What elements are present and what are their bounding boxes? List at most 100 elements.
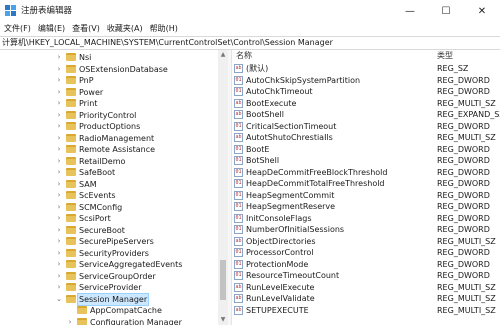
scroll-up-icon[interactable]: ▲ [218, 50, 228, 60]
value-type: REG_DWORD [437, 87, 490, 96]
binary-value-icon: 01 [234, 179, 243, 188]
maximize-button[interactable]: ☐ [428, 0, 464, 22]
tree-item[interactable]: ⌄ Session Manager [0, 292, 218, 306]
value-row[interactable]: 01 HeapDeCommitFreeBlockThreshold REG_DWOR… [232, 167, 500, 178]
menu-favorites[interactable]: 收藏夹(A) [107, 23, 143, 35]
value-row[interactable]: 01 InitConsoleFlags REG_DWORD [232, 213, 500, 224]
chevron-right-icon[interactable]: › [55, 225, 63, 236]
chevron-right-icon[interactable]: › [55, 202, 63, 213]
tree-item[interactable]: › SecurePipeServers [0, 236, 218, 247]
tree-item[interactable]: › ServiceProvider [0, 282, 218, 293]
menu-bar: 文件(F) 编辑(E) 查看(V) 收藏夹(A) 帮助(H) [0, 22, 500, 36]
tree-item[interactable]: › PnP [0, 75, 218, 86]
tree-item[interactable]: › SCMConfig [0, 202, 218, 213]
scroll-down-icon[interactable]: ▼ [218, 315, 228, 325]
chevron-right-icon[interactable]: › [55, 282, 63, 293]
chevron-right-icon[interactable]: › [55, 236, 63, 247]
chevron-right-icon[interactable]: › [55, 98, 63, 109]
value-row[interactable]: 01 BotShell REG_DWORD [232, 155, 500, 166]
value-row[interactable]: 01 AutoChkSkipSystemPartition REG_DWORD [232, 75, 500, 86]
value-row[interactable]: 01 BootE REG_DWORD [232, 144, 500, 155]
value-row[interactable]: ab ObjectDirectories REG_MULTI_SZ [232, 236, 500, 247]
value-type: REG_DWORD [437, 144, 490, 154]
binary-value-icon: 01 [234, 156, 243, 165]
tree-subitem[interactable]: AppCompatCache [0, 305, 218, 316]
folder-icon [66, 64, 76, 73]
tree-item[interactable]: › OSExtensionDatabase [0, 64, 218, 75]
value-type: REG_DWORD [437, 179, 490, 188]
value-row[interactable]: ab SETUPEXECUTE REG_MULTI_SZ [232, 305, 500, 316]
chevron-right-icon[interactable]: › [55, 156, 63, 167]
tree-item[interactable]: › RadioManagement [0, 133, 218, 144]
value-row[interactable]: 01 ProtectionMode REG_DWORD [232, 259, 500, 270]
value-type: REG_DWORD [437, 248, 490, 257]
tree-item[interactable]: › SafeBoot [0, 167, 218, 178]
tree-item[interactable]: › RetailDemo [0, 156, 218, 167]
menu-file[interactable]: 文件(F) [4, 23, 31, 35]
value-row[interactable]: ab AutotShutoChrestiaIls REG_MULTI_SZ [232, 132, 500, 143]
tree-item[interactable]: › Nsi [0, 52, 218, 63]
tree-item[interactable]: › SecureBoot [0, 225, 218, 236]
chevron-right-icon[interactable]: › [55, 271, 63, 282]
tree-item[interactable]: › ProductOptions [0, 121, 218, 132]
column-header-name[interactable]: 名称 [236, 50, 252, 61]
value-row[interactable]: 01 AutoChkTimeout REG_DWORD [232, 86, 500, 97]
value-row[interactable]: ab RunLevelExecute REG_MULTI_SZ [232, 282, 500, 293]
chevron-right-icon[interactable]: › [66, 317, 74, 325]
folder-icon [66, 87, 76, 96]
column-header-type[interactable]: 类型 [437, 50, 453, 61]
value-row[interactable]: ab RunLevelValidate REG_MULTI_SZ [232, 293, 500, 304]
tree-subitem[interactable]: › Configuration Manager [0, 317, 218, 325]
tree-item[interactable]: › Remote Assistance [0, 144, 218, 155]
tree-item[interactable]: › ScsiPort [0, 213, 218, 224]
chevron-right-icon[interactable]: › [55, 248, 63, 259]
value-row[interactable]: 01 HeapSegmentReserve REG_DWORD [232, 201, 500, 212]
value-name: ResourceTimeoutCount [246, 271, 340, 280]
scroll-thumb[interactable] [220, 260, 226, 300]
chevron-right-icon[interactable]: › [55, 213, 63, 224]
value-type: REG_MULTI_SZ [437, 133, 496, 142]
tree-item[interactable]: › SAM [0, 179, 218, 190]
value-row[interactable]: 01 NumberOfInitialSessions REG_DWORD [232, 224, 500, 235]
chevron-right-icon[interactable]: › [55, 75, 63, 86]
value-row[interactable]: 01 HeapDeCommitTotalFreeThreshold REG_DWOR… [232, 178, 500, 189]
chevron-right-icon[interactable]: › [55, 179, 63, 190]
value-type: REG_MULTI_SZ [437, 282, 496, 292]
chevron-right-icon[interactable]: › [55, 133, 63, 144]
menu-help[interactable]: 帮助(H) [150, 23, 178, 35]
menu-view[interactable]: 查看(V) [72, 23, 100, 35]
chevron-right-icon[interactable]: › [55, 52, 63, 63]
value-row[interactable]: 01 CriticalSectionTimeout REG_DWORD [232, 121, 500, 132]
tree-scrollbar[interactable]: ▲ ▼ [218, 50, 228, 325]
tree-item[interactable]: › ServiceGroupOrder [0, 271, 218, 282]
chevron-right-icon[interactable]: › [55, 259, 63, 270]
string-value-icon: ab [234, 282, 243, 292]
value-row[interactable]: 01 ResourceTimeoutCount REG_DWORD [232, 270, 500, 281]
tree-item[interactable]: › SecurityProviders [0, 248, 218, 259]
tree-item[interactable]: › Power [0, 87, 218, 98]
value-row[interactable]: 01 ProcessorControl REG_DWORD [232, 247, 500, 258]
chevron-right-icon[interactable]: › [55, 190, 63, 201]
tree-item[interactable]: › PriorityControl [0, 110, 218, 121]
chevron-right-icon[interactable]: › [55, 64, 63, 75]
value-row[interactable]: 01 HeapSegmentCommit REG_DWORD [232, 190, 500, 201]
value-row[interactable]: ab BootExecute REG_MULTI_SZ [232, 98, 500, 109]
value-name: AutotShutoChrestiaIls [246, 133, 333, 142]
chevron-right-icon[interactable]: › [55, 110, 63, 121]
chevron-down-icon[interactable]: ⌄ [55, 294, 63, 305]
menu-edit[interactable]: 编辑(E) [38, 23, 65, 35]
folder-icon [66, 214, 76, 222]
chevron-right-icon[interactable]: › [55, 121, 63, 132]
string-value-icon: ab [234, 236, 243, 246]
tree-item[interactable]: › ServiceAggregatedEvents [0, 259, 218, 270]
tree-item[interactable]: › ScEvents [0, 190, 218, 201]
value-row[interactable]: ab BootShell REG_EXPAND_SZ [232, 109, 500, 120]
tree-item[interactable]: › Print [0, 98, 218, 109]
value-row[interactable]: ab (默认) REG_SZ [232, 63, 500, 74]
chevron-right-icon[interactable]: › [55, 144, 63, 155]
close-button[interactable]: ✕ [464, 0, 500, 22]
minimize-button[interactable]: — [392, 0, 428, 22]
chevron-right-icon[interactable]: › [55, 167, 63, 178]
chevron-right-icon[interactable]: › [55, 87, 63, 98]
address-bar[interactable]: 计算机\HKEY_LOCAL_MACHINE\SYSTEM\CurrentCon… [0, 36, 500, 50]
